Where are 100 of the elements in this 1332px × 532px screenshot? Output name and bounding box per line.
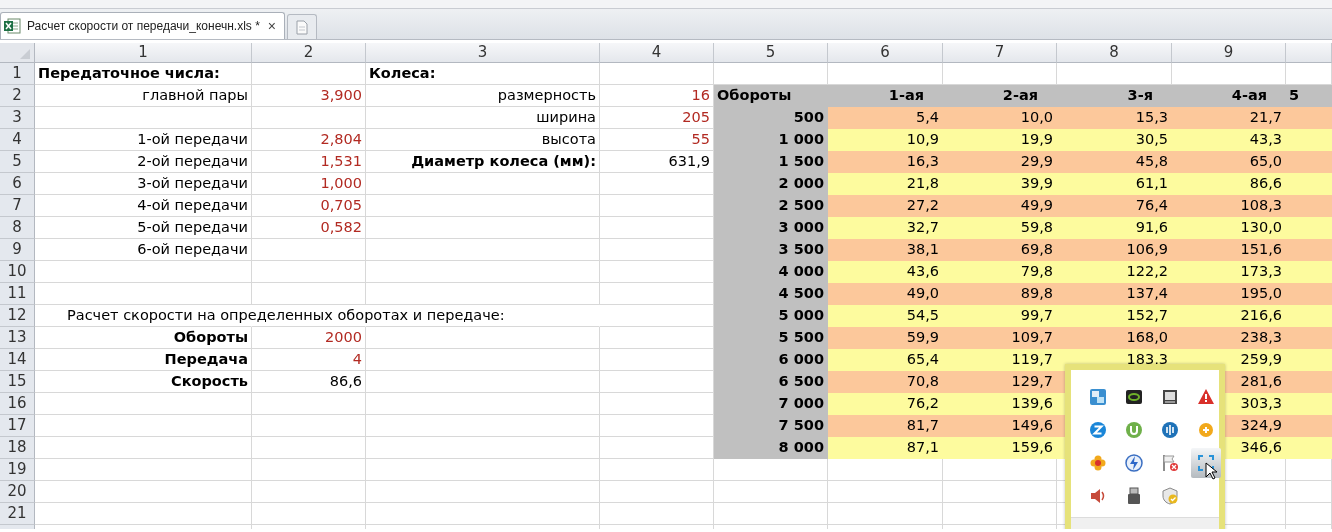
row-header[interactable]: 17 [0, 415, 35, 437]
chip-icon [1125, 388, 1143, 406]
close-button[interactable]: × [265, 18, 278, 34]
table-cell: 149,6 [943, 415, 1057, 437]
row-header[interactable]: 1 [0, 63, 35, 85]
flower-icon [1089, 454, 1107, 472]
table-cell [1286, 459, 1332, 481]
table-cell: 15,3 [1057, 107, 1172, 129]
table-cell [1286, 217, 1332, 239]
table-cell [1286, 481, 1332, 503]
row-header[interactable]: 13 [0, 327, 35, 349]
table-cell [1286, 261, 1332, 283]
table-cell: 59,8 [943, 217, 1057, 239]
table-cell: размерность [366, 85, 600, 107]
table-cell [1286, 129, 1332, 151]
table-cell [1286, 349, 1332, 371]
table-cell: 10,0 [943, 107, 1057, 129]
table-cell: 6 000 [714, 349, 828, 371]
table-cell: 3 500 [714, 239, 828, 261]
table-cell: 2 000 [714, 173, 828, 195]
column-header[interactable]: 1 [35, 43, 252, 63]
file-tab[interactable]: Расчет скорости от передачи_конечн.xls * × [0, 12, 285, 39]
table-cell: 69,8 [943, 239, 1057, 261]
document-icon [296, 19, 308, 35]
row-header[interactable]: 14 [0, 349, 35, 371]
row-header[interactable]: 5 [0, 151, 35, 173]
lightning-icon [1125, 454, 1143, 472]
table-cell: 139,6 [943, 393, 1057, 415]
usb-drive-icon [1125, 487, 1143, 505]
row-header[interactable]: 10 [0, 261, 35, 283]
plus-circle-icon [1197, 421, 1215, 439]
table-header-cell: 3-я [1057, 85, 1172, 107]
table-cell: 79,8 [943, 261, 1057, 283]
row-header[interactable]: 18 [0, 437, 35, 459]
table-cell: главной пары [35, 85, 252, 107]
table-header-cell: 4-ая [1172, 85, 1286, 107]
row-header[interactable]: 7 [0, 195, 35, 217]
row-header[interactable]: 9 [0, 239, 35, 261]
table-cell: 3 000 [714, 217, 828, 239]
table-cell: 122,2 [1057, 261, 1172, 283]
row-header[interactable]: 20 [0, 481, 35, 503]
table-cell: 2,804 [252, 129, 366, 151]
row-header[interactable]: 21 [0, 503, 35, 525]
column-header[interactable]: 3 [366, 43, 600, 63]
table-cell: 61,1 [1057, 173, 1172, 195]
table-cell: 1,000 [252, 173, 366, 195]
row-header[interactable]: 15 [0, 371, 35, 393]
table-cell: 16,3 [828, 151, 943, 173]
table-cell: Обороты [35, 327, 252, 349]
letter-circle-icon [1089, 421, 1107, 439]
table-cell: 10,9 [828, 129, 943, 151]
table-cell [1286, 415, 1332, 437]
table-cell: 27,2 [828, 195, 943, 217]
table-cell: 3,900 [252, 85, 366, 107]
row-header[interactable]: 2 [0, 85, 35, 107]
table-cell [1286, 437, 1332, 459]
table-cell: 152,7 [1057, 305, 1172, 327]
table-cell [1286, 283, 1332, 305]
table-cell: 4-ой передачи [35, 195, 252, 217]
dictionary-icon [1089, 388, 1107, 406]
table-cell: 0,705 [252, 195, 366, 217]
tray-item[interactable] [1191, 448, 1221, 478]
row-header[interactable]: 11 [0, 283, 35, 305]
table-cell: 129,7 [943, 371, 1057, 393]
row-header[interactable]: 3 [0, 107, 35, 129]
table-cell: 89,8 [943, 283, 1057, 305]
column-header[interactable]: 5 [714, 43, 828, 63]
table-header-cell: 2-ая [943, 85, 1057, 107]
table-cell: Диаметр колеса (мм): [366, 151, 600, 173]
table-cell: 159,6 [943, 437, 1057, 459]
table-cell: 195,0 [1172, 283, 1286, 305]
table-cell: 43,6 [828, 261, 943, 283]
row-header[interactable]: 8 [0, 217, 35, 239]
table-cell: 1 000 [714, 129, 828, 151]
table-cell: 65,4 [828, 349, 943, 371]
table-cell [1286, 305, 1332, 327]
table-cell: 7 500 [714, 415, 828, 437]
row-header[interactable]: 16 [0, 393, 35, 415]
column-header[interactable]: 2 [252, 43, 366, 63]
row-header[interactable]: 12 [0, 305, 35, 327]
torrent-icon [1125, 421, 1143, 439]
table-cell: Колеса: [366, 63, 600, 85]
column-header[interactable]: 6 [828, 43, 943, 63]
table-cell: 54,5 [828, 305, 943, 327]
table-cell: 81,7 [828, 415, 943, 437]
row-header[interactable]: 19 [0, 459, 35, 481]
table-cell: 86,6 [252, 371, 366, 393]
table-cell: 0,582 [252, 217, 366, 239]
tab-title: Расчет скорости от передачи_конечн.xls * [27, 19, 260, 33]
column-header[interactable]: 4 [600, 43, 714, 63]
table-cell: 3-ой передачи [35, 173, 252, 195]
column-header[interactable]: 8 [1057, 43, 1172, 63]
table-cell: Скорость [35, 371, 252, 393]
row-header[interactable]: 6 [0, 173, 35, 195]
column-header[interactable]: 7 [943, 43, 1057, 63]
column-header[interactable]: 9 [1172, 43, 1286, 63]
table-cell: Расчет скорости на определенных оборотах и передаче: [67, 307, 505, 323]
row-header[interactable]: 4 [0, 129, 35, 151]
table-cell: 1-ой передачи [35, 129, 252, 151]
table-cell: 238,3 [1172, 327, 1286, 349]
